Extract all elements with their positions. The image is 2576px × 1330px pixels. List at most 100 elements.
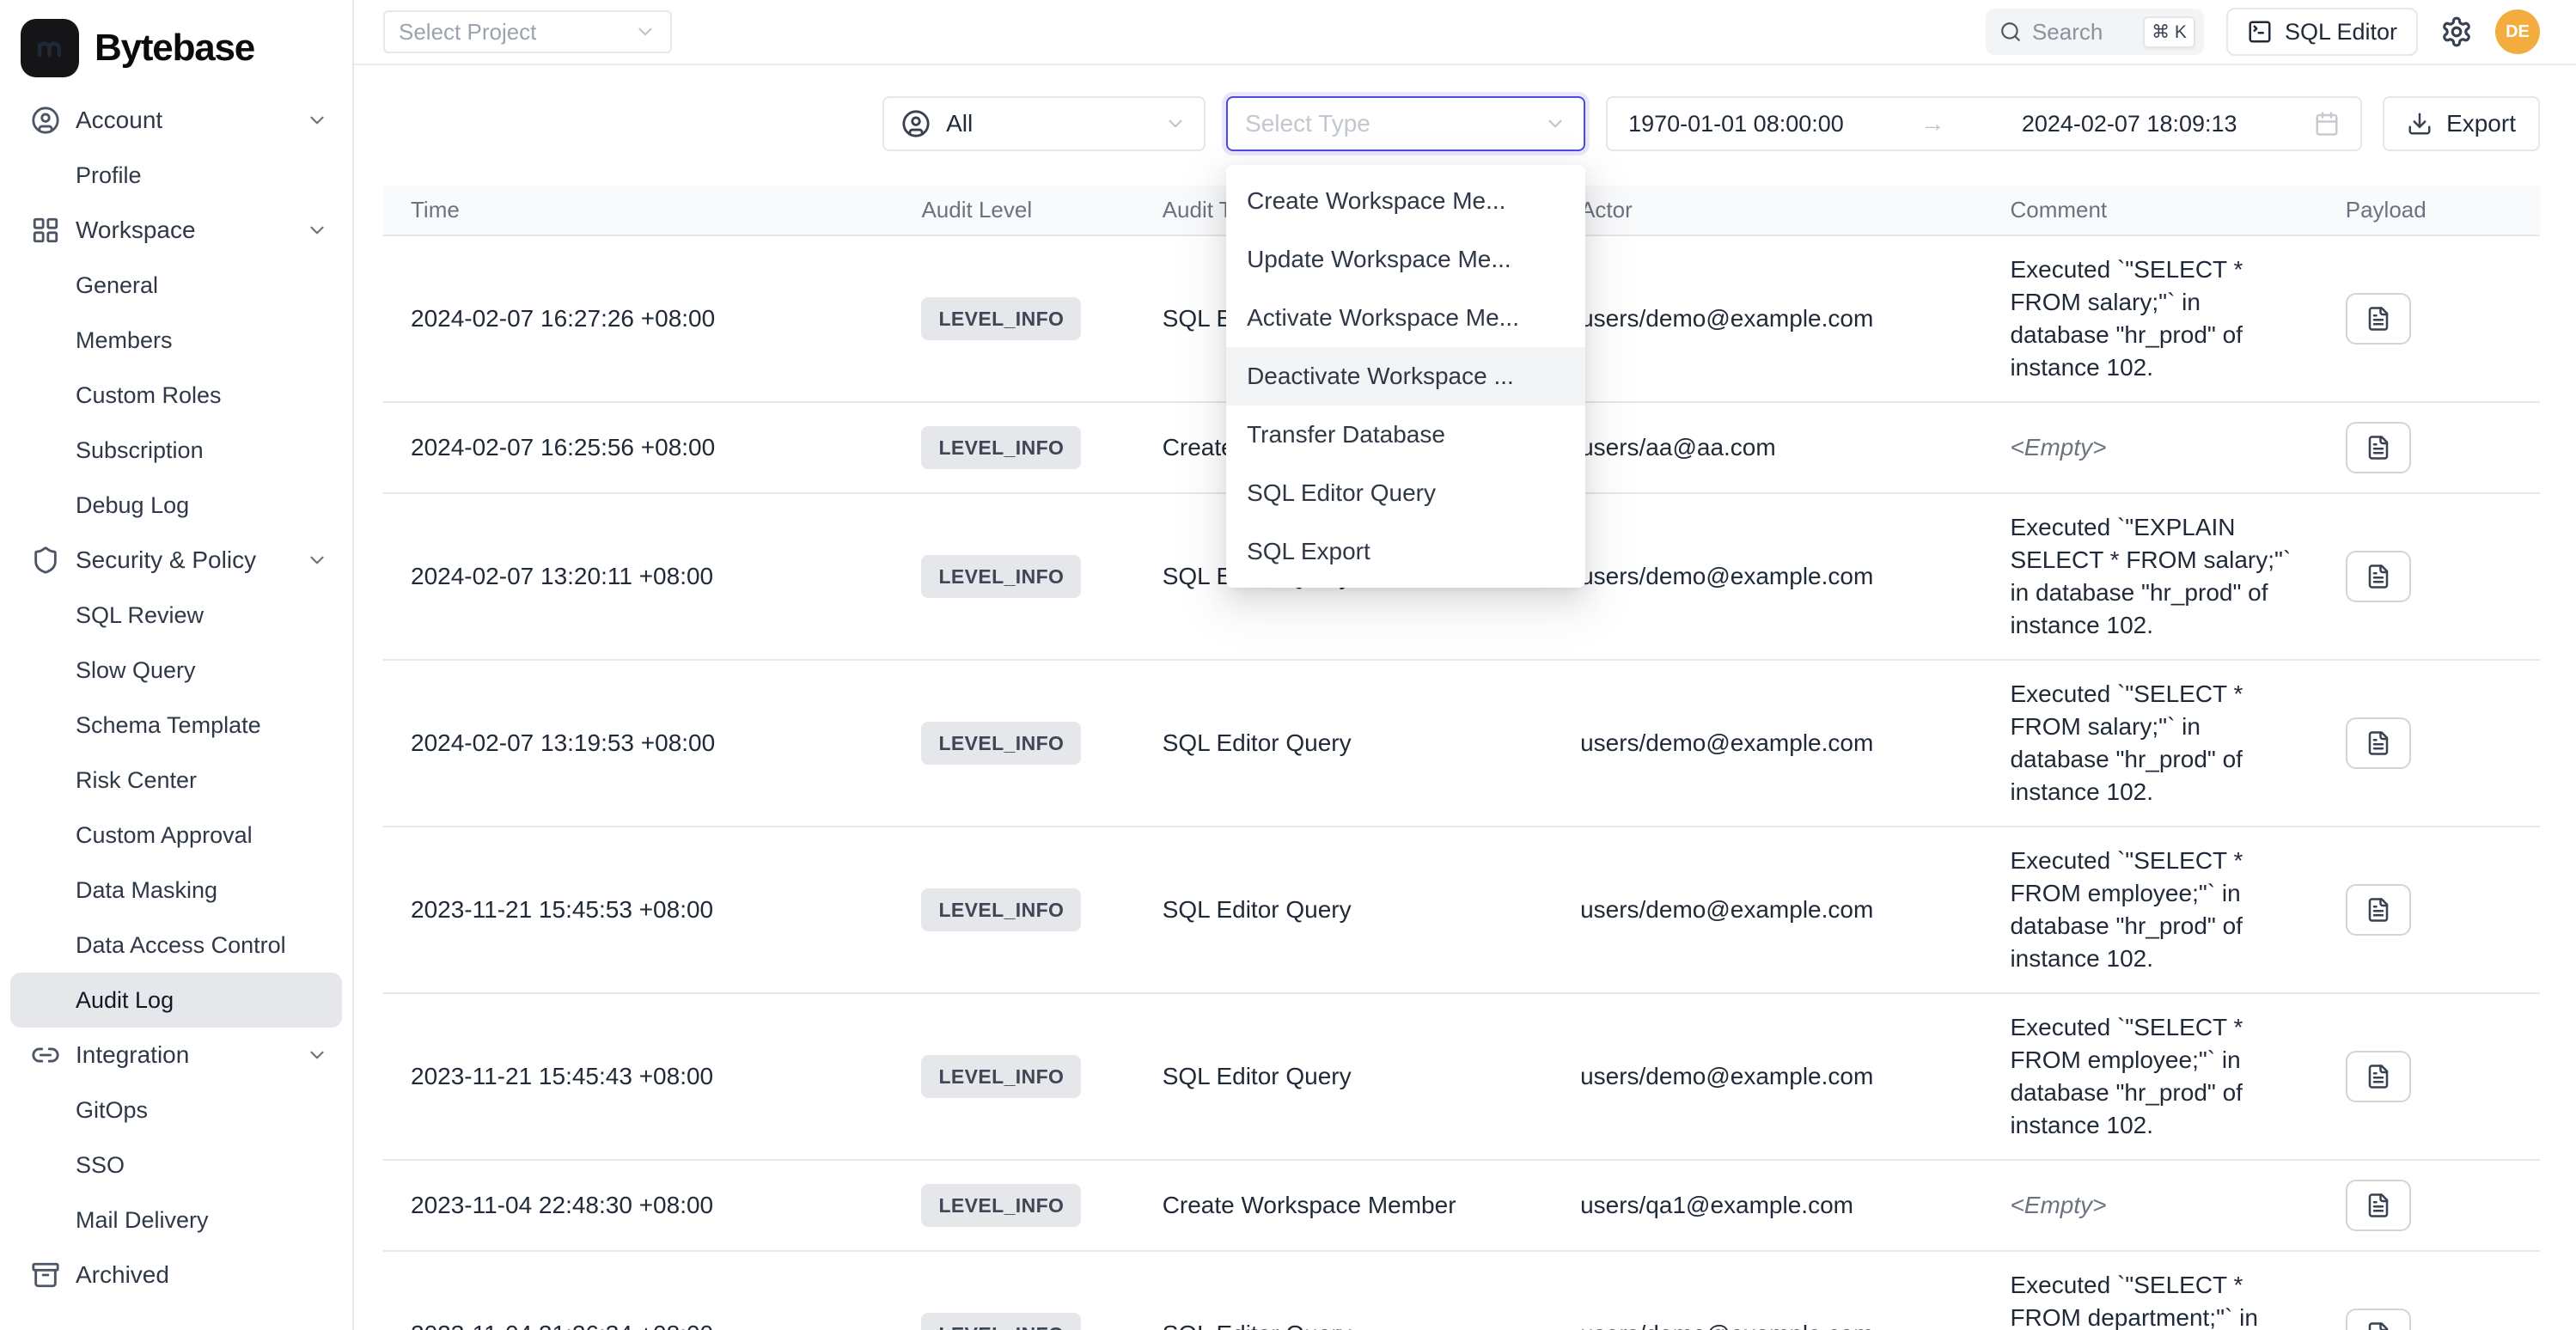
download-icon (2407, 111, 2433, 137)
file-icon (2365, 435, 2391, 461)
sidebar-item-general[interactable]: General (10, 258, 342, 313)
level-badge: LEVEL_INFO (921, 1055, 1081, 1098)
dropdown-item[interactable]: SQL Editor Query (1226, 464, 1585, 522)
sidebar-item-debug-log[interactable]: Debug Log (10, 478, 342, 533)
cell-comment: Executed `"SELECT * FROM department;"` i… (1982, 1251, 2317, 1330)
payload-button[interactable] (2346, 1051, 2411, 1102)
date-range-picker[interactable]: 1970-01-01 08:00:00 → 2024-02-07 18:09:1… (1606, 96, 2362, 151)
sidebar-item-account[interactable]: Account (10, 93, 342, 148)
sidebar-item-members[interactable]: Members (10, 313, 342, 368)
sidebar-item-subscription[interactable]: Subscription (10, 423, 342, 478)
payload-button[interactable] (2346, 422, 2411, 473)
cell-level: LEVEL_INFO (894, 993, 1134, 1160)
cell-actor: users/demo@example.com (1553, 235, 1982, 402)
project-select[interactable]: Select Project (383, 10, 672, 53)
level-badge: LEVEL_INFO (921, 555, 1081, 598)
cell-time: 2024-02-07 13:20:11 +08:00 (383, 493, 894, 660)
file-icon (2365, 1064, 2391, 1089)
dropdown-item[interactable]: Activate Workspace Me... (1226, 289, 1585, 347)
sidebar-item-slow-query[interactable]: Slow Query (10, 643, 342, 698)
bytebase-logo[interactable]: Bytebase (10, 10, 342, 93)
column-header-comment: Comment (1982, 186, 2317, 235)
dropdown-item[interactable]: SQL Export (1226, 522, 1585, 581)
sidebar-item-integration[interactable]: Integration (10, 1028, 342, 1083)
sidebar-item-label: Custom Approval (76, 822, 253, 849)
sidebar-item-label: Custom Roles (76, 382, 222, 409)
cell-time: 2024-02-07 13:19:53 +08:00 (383, 660, 894, 827)
payload-button[interactable] (2346, 551, 2411, 602)
project-select-placeholder: Select Project (399, 19, 536, 46)
cell-time: 2024-02-07 16:27:26 +08:00 (383, 235, 894, 402)
sidebar-item-label: Profile (76, 162, 142, 189)
type-filter-select[interactable]: Select Type (1226, 96, 1585, 151)
cell-payload (2318, 402, 2540, 493)
sidebar-item-security-policy[interactable]: Security & Policy (10, 533, 342, 588)
payload-button[interactable] (2346, 1180, 2411, 1231)
dropdown-item-highlighted[interactable]: Deactivate Workspace ... (1226, 347, 1585, 406)
sidebar-item-label: SSO (76, 1152, 125, 1179)
payload-button[interactable] (2346, 717, 2411, 769)
sidebar-item-custom-approval[interactable]: Custom Approval (10, 808, 342, 863)
export-button[interactable]: Export (2383, 96, 2540, 151)
chevron-down-icon (306, 219, 328, 241)
payload-button[interactable] (2346, 884, 2411, 936)
sidebar-item-gitops[interactable]: GitOps (10, 1083, 342, 1138)
cell-comment: Executed `"SELECT * FROM salary;"` in da… (1982, 660, 2317, 827)
cell-level: LEVEL_INFO (894, 235, 1134, 402)
sql-editor-label: SQL Editor (2285, 19, 2397, 46)
type-dropdown-menu: Create Workspace Me... Update Workspace … (1226, 165, 1585, 588)
date-to-value: 2024-02-07 18:09:13 (2022, 111, 2237, 137)
sidebar-item-label: Workspace (76, 217, 196, 244)
search-input[interactable]: Search ⌘ K (1986, 9, 2204, 55)
sidebar-item-sso[interactable]: SSO (10, 1138, 342, 1193)
payload-button[interactable] (2346, 1309, 2411, 1330)
cell-time: 2023-11-21 15:45:53 +08:00 (383, 827, 894, 993)
user-circle-icon (31, 106, 60, 135)
level-badge: LEVEL_INFO (921, 297, 1081, 340)
grid-icon (31, 216, 60, 245)
sidebar-item-archived[interactable]: Archived (10, 1248, 342, 1303)
sidebar-item-sql-review[interactable]: SQL Review (10, 588, 342, 643)
gear-icon[interactable] (2440, 15, 2473, 48)
cell-payload (2318, 827, 2540, 993)
cell-level: LEVEL_INFO (894, 402, 1134, 493)
sidebar-item-data-masking[interactable]: Data Masking (10, 863, 342, 918)
sidebar-item-label: Subscription (76, 437, 204, 464)
level-badge: LEVEL_INFO (921, 888, 1081, 931)
avatar[interactable]: DE (2495, 9, 2540, 54)
cell-level: LEVEL_INFO (894, 1160, 1134, 1251)
date-from-value: 1970-01-01 08:00:00 (1628, 111, 1844, 137)
sidebar-item-schema-template[interactable]: Schema Template (10, 698, 342, 753)
actor-filter-select[interactable]: All (882, 96, 1206, 151)
sidebar-item-label: Audit Log (76, 987, 174, 1014)
sidebar-item-risk-center[interactable]: Risk Center (10, 753, 342, 808)
cell-actor: users/aa@aa.com (1553, 402, 1982, 493)
dropdown-item[interactable]: Update Workspace Me... (1226, 230, 1585, 289)
sidebar-item-custom-roles[interactable]: Custom Roles (10, 368, 342, 423)
payload-button[interactable] (2346, 293, 2411, 345)
cell-comment: <Empty> (1982, 402, 2317, 493)
table-row: 2023-11-21 15:45:53 +08:00 LEVEL_INFO SQ… (383, 827, 2540, 993)
bytebase-logo-icon (21, 19, 79, 77)
cell-comment: Executed `"SELECT * FROM salary;"` in da… (1982, 235, 2317, 402)
sidebar-item-profile[interactable]: Profile (10, 148, 342, 203)
chevron-down-icon (634, 21, 656, 43)
cell-payload (2318, 993, 2540, 1160)
sidebar-item-data-access-control[interactable]: Data Access Control (10, 918, 342, 973)
column-header-payload: Payload (2318, 186, 2540, 235)
sidebar-item-label: Slow Query (76, 657, 196, 684)
sidebar-item-audit-log[interactable]: Audit Log (10, 973, 342, 1028)
cell-type: SQL Editor Query (1135, 993, 1553, 1160)
sidebar-item-workspace[interactable]: Workspace (10, 203, 342, 258)
file-icon (2365, 1193, 2391, 1218)
sidebar-item-mail-delivery[interactable]: Mail Delivery (10, 1193, 342, 1248)
chevron-down-icon (1544, 113, 1566, 135)
sidebar-item-label: General (76, 272, 158, 299)
dropdown-item[interactable]: Transfer Database (1226, 406, 1585, 464)
sql-editor-button[interactable]: SQL Editor (2226, 8, 2418, 56)
table-row: 2023-11-04 22:48:30 +08:00 LEVEL_INFO Cr… (383, 1160, 2540, 1251)
cell-payload (2318, 1160, 2540, 1251)
dropdown-item[interactable]: Create Workspace Me... (1226, 172, 1585, 230)
file-icon (2365, 897, 2391, 923)
table-row: 2023-11-21 15:45:43 +08:00 LEVEL_INFO SQ… (383, 993, 2540, 1160)
